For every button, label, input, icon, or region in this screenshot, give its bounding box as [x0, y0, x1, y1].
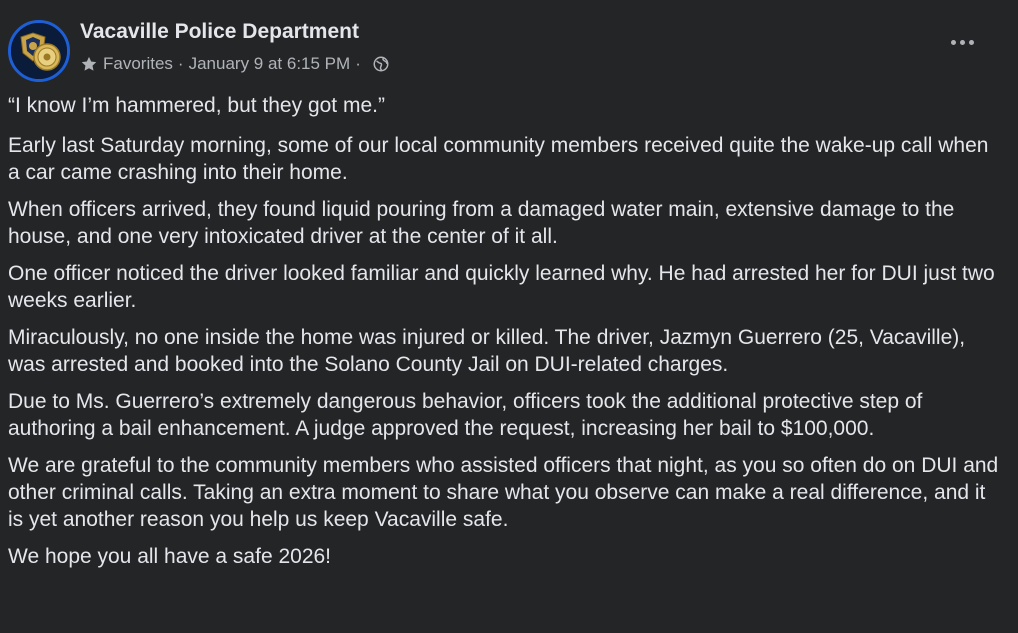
- audience-label[interactable]: Favorites: [103, 54, 173, 74]
- post-header: Vacaville Police Department Favorites · …: [8, 16, 1008, 82]
- facebook-post: Vacaville Police Department Favorites · …: [0, 0, 1018, 633]
- more-options-dot: [968, 39, 974, 45]
- more-options-dot: [959, 39, 965, 45]
- post-timestamp[interactable]: January 9 at 6:15 PM: [189, 54, 351, 74]
- post-paragraph: When officers arrived, they found liquid…: [8, 198, 955, 248]
- star-icon: [81, 56, 97, 71]
- meta-separator: ·: [177, 54, 184, 73]
- post-paragraph: We hope you all have a safe 2026!: [8, 545, 332, 568]
- post-paragraph: One officer noticed the driver looked fa…: [8, 262, 995, 312]
- post-paragraph: “I know I’m hammered, but they got me.”: [8, 94, 385, 117]
- meta-separator: ·: [355, 54, 361, 73]
- post-paragraph: Early last Saturday morning, some of our…: [8, 134, 989, 184]
- more-options-dot: [950, 39, 956, 45]
- page-name-link[interactable]: Vacaville Police Department: [80, 20, 359, 44]
- police-badge-icon: [11, 23, 67, 79]
- post-meta: Favorites · January 9 at 6:15 PM ·: [80, 54, 390, 74]
- more-options-button[interactable]: [944, 30, 980, 54]
- post-paragraph: Due to Ms. Guerrero’s extremely dangerou…: [8, 390, 923, 440]
- post-paragraph: Miraculously, no one inside the home was…: [8, 326, 966, 376]
- globe-icon[interactable]: [372, 55, 390, 73]
- post-paragraph: We are grateful to the community members…: [8, 454, 999, 531]
- post-body: “I know I’m hammered, but they got me.” …: [8, 92, 1003, 580]
- page-avatar[interactable]: [8, 20, 70, 82]
